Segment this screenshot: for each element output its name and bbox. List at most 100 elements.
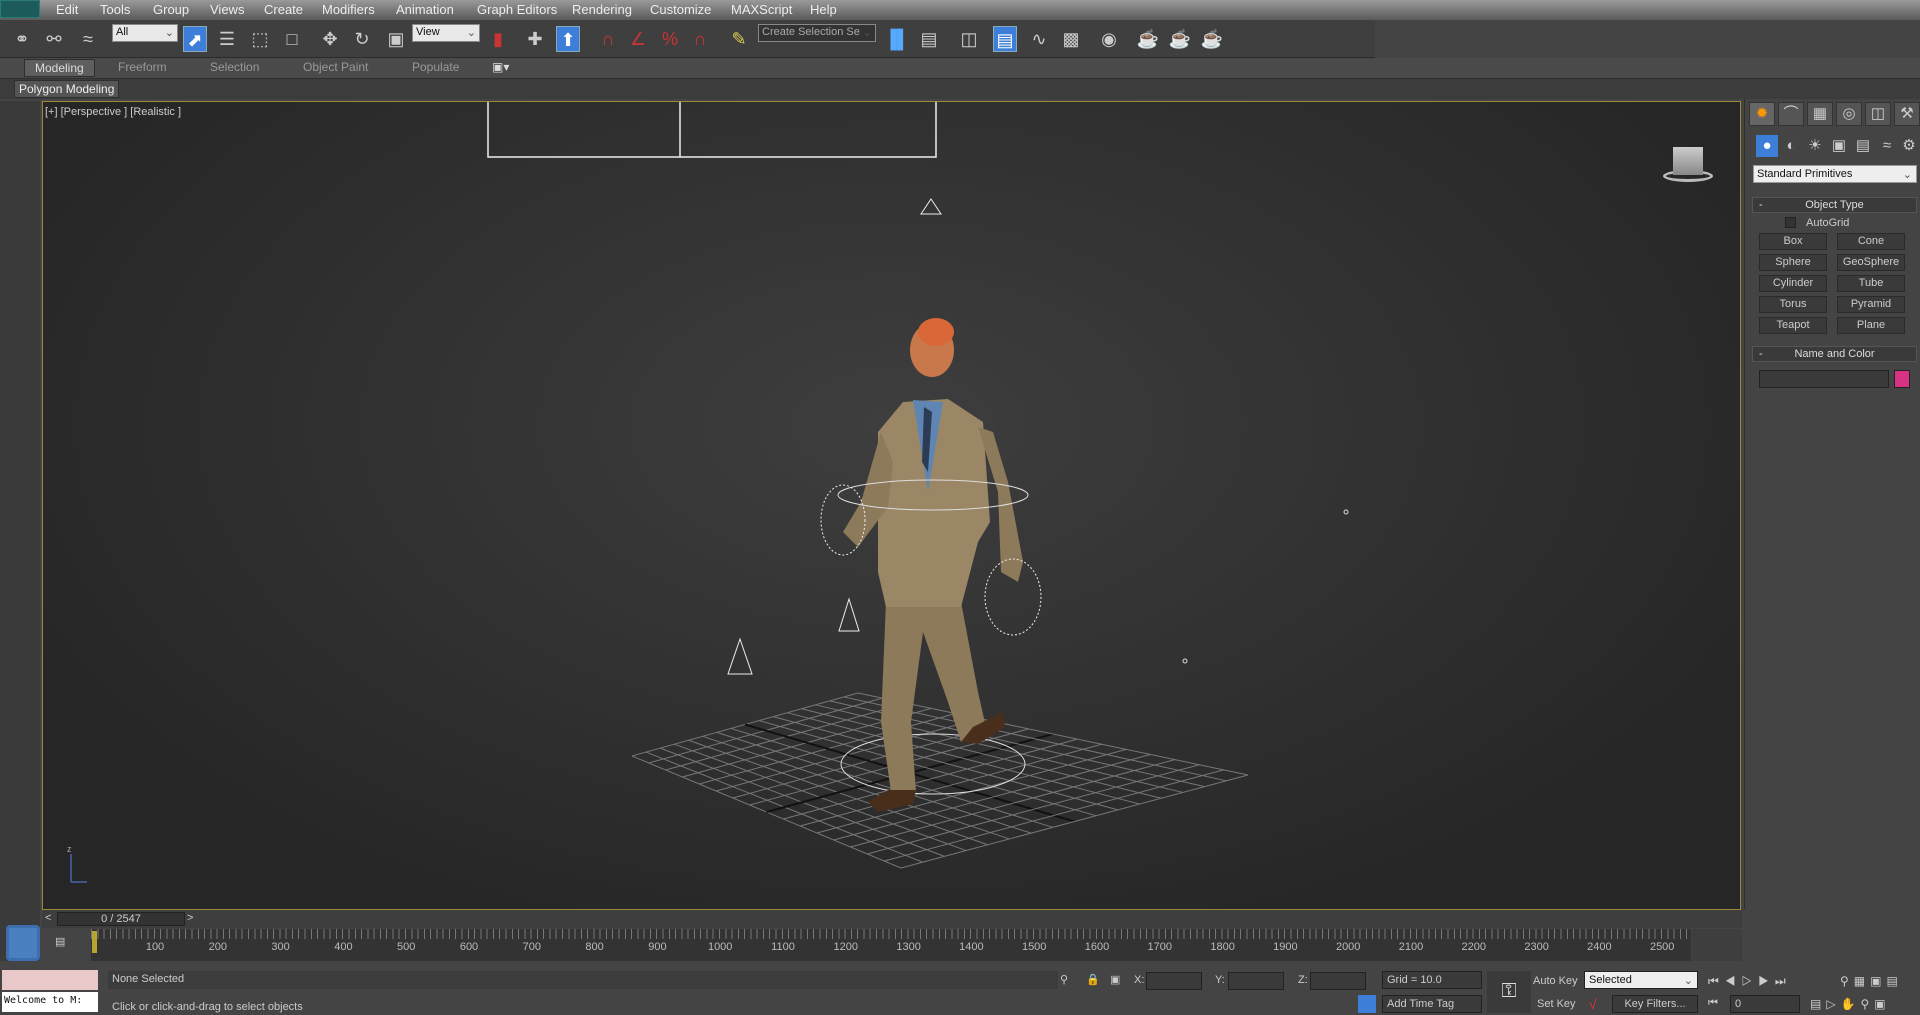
material-editor-icon[interactable]: ◉ bbox=[1097, 26, 1121, 52]
rectangular-selection-icon[interactable]: ⬚ bbox=[248, 26, 272, 52]
menu-graph-editors[interactable]: Graph Editors bbox=[477, 2, 557, 17]
motion-tab-icon[interactable]: ◎ bbox=[1836, 102, 1862, 126]
align-icon[interactable]: ▤ bbox=[917, 26, 941, 52]
primitive-plane-button[interactable]: Plane bbox=[1837, 317, 1905, 334]
primitive-pyramid-button[interactable]: Pyramid bbox=[1837, 296, 1905, 313]
primitive-cylinder-button[interactable]: Cylinder bbox=[1759, 275, 1827, 292]
key-tangent-icon[interactable]: √ bbox=[1589, 996, 1597, 1012]
keyboard-shortcut-override-icon[interactable]: ⬆ bbox=[556, 26, 580, 52]
modify-tab-icon[interactable]: ⌒ bbox=[1778, 102, 1804, 126]
move-icon[interactable]: ✥ bbox=[318, 26, 342, 52]
tab-object-paint[interactable]: Object Paint bbox=[303, 60, 368, 74]
open-mini-curve-editor-icon[interactable]: ▤ bbox=[55, 935, 65, 948]
current-frame-marker[interactable] bbox=[92, 931, 97, 953]
display-tab-icon[interactable]: ◫ bbox=[1865, 102, 1891, 126]
select-manipulate-icon[interactable]: ✚ bbox=[523, 26, 547, 52]
set-keys-key-icon[interactable]: ⚿ bbox=[1487, 971, 1531, 1013]
menu-edit[interactable]: Edit bbox=[56, 2, 78, 17]
menu-tools[interactable]: Tools bbox=[100, 2, 130, 17]
object-type-rollout[interactable]: - Object Type bbox=[1752, 197, 1917, 213]
helpers-icon[interactable]: ▤ bbox=[1852, 135, 1874, 157]
spinner-snap-icon[interactable]: ∩ bbox=[688, 26, 712, 52]
hierarchy-tab-icon[interactable]: ▦ bbox=[1807, 102, 1833, 126]
y-coordinate-input[interactable] bbox=[1228, 972, 1284, 990]
object-name-input[interactable] bbox=[1759, 370, 1889, 388]
rotate-icon[interactable]: ↻ bbox=[350, 26, 374, 52]
key-mode-dropdown[interactable]: Selected ⌄ bbox=[1584, 971, 1698, 989]
create-tab-icon[interactable]: ✹ bbox=[1749, 102, 1775, 126]
menu-maxscript[interactable]: MAXScript bbox=[731, 2, 792, 17]
snaps-toggle-icon[interactable]: ∩ bbox=[596, 26, 620, 52]
systems-icon[interactable]: ⚙ bbox=[1898, 135, 1920, 157]
menu-group[interactable]: Group bbox=[153, 2, 189, 17]
geometry-icon[interactable]: ● bbox=[1756, 135, 1778, 157]
app-logo[interactable] bbox=[0, 0, 40, 18]
polygon-modeling-panel[interactable]: Polygon Modeling bbox=[14, 80, 120, 98]
angle-snap-icon[interactable]: ∠ bbox=[626, 26, 650, 52]
key-mode-toggle-icon[interactable]: ⏮ bbox=[1708, 997, 1718, 1010]
time-config-icons[interactable]: ▤▷✋⚲▣ bbox=[1810, 997, 1891, 1011]
perspective-viewport[interactable]: z bbox=[42, 101, 1741, 910]
viewcube-icon[interactable] bbox=[1653, 142, 1723, 192]
set-key-button[interactable]: Set Key bbox=[1537, 998, 1576, 1010]
mirror-icon[interactable]: ▐▌ bbox=[884, 26, 910, 52]
render-setup-icon[interactable]: ☕ bbox=[1136, 26, 1160, 52]
primitive-cone-button[interactable]: Cone bbox=[1837, 233, 1905, 250]
render-production-icon[interactable]: ☕ bbox=[1200, 26, 1224, 52]
link-icon[interactable]: ⚭ bbox=[10, 26, 34, 52]
autogrid-checkbox[interactable] bbox=[1785, 217, 1796, 228]
menu-customize[interactable]: Customize bbox=[650, 2, 711, 17]
viewport-nav-icons[interactable]: ⚲▦▣▤ bbox=[1840, 974, 1903, 988]
primitive-sphere-button[interactable]: Sphere bbox=[1759, 254, 1827, 271]
named-selection-dropdown[interactable]: Create Selection Se ⌄ bbox=[758, 24, 876, 42]
absolute-mode-icon[interactable]: ▣ bbox=[1110, 973, 1120, 986]
shapes-icon[interactable]: ◐ bbox=[1780, 135, 1802, 157]
tab-modeling[interactable]: Modeling bbox=[24, 59, 95, 77]
curve-editor-icon[interactable]: ∿ bbox=[1027, 26, 1051, 52]
cameras-icon[interactable]: ▣ bbox=[1828, 135, 1850, 157]
select-by-name-icon[interactable]: ☰ bbox=[215, 26, 239, 52]
viewport-label[interactable]: [+] [Perspective ] [Realistic ] bbox=[45, 106, 181, 118]
unlink-icon[interactable]: ⚯ bbox=[42, 26, 66, 52]
primitive-box-button[interactable]: Box bbox=[1759, 233, 1827, 250]
tab-freeform[interactable]: Freeform bbox=[118, 60, 167, 74]
next-frame-button[interactable]: > bbox=[187, 912, 193, 924]
prev-frame-button[interactable]: < bbox=[45, 912, 51, 924]
scene-explorer-icon[interactable]: ◫ bbox=[957, 26, 981, 52]
tab-populate[interactable]: Populate bbox=[412, 60, 459, 74]
maxscript-listener-input[interactable]: Welcome to M: bbox=[2, 992, 98, 1012]
bind-space-warp-icon[interactable]: ≈ bbox=[76, 26, 100, 52]
schematic-view-icon[interactable]: ▩ bbox=[1059, 26, 1083, 52]
menu-views[interactable]: Views bbox=[210, 2, 244, 17]
layer-explorer-icon[interactable]: ▤ bbox=[993, 26, 1017, 52]
primitive-teapot-button[interactable]: Teapot bbox=[1759, 317, 1827, 334]
maxscript-listener-output[interactable] bbox=[2, 970, 98, 990]
menu-modifiers[interactable]: Modifiers bbox=[322, 2, 375, 17]
isolate-selection-icon[interactable]: ⚲ bbox=[1060, 973, 1068, 986]
key-filters-button[interactable]: Key Filters... bbox=[1612, 995, 1698, 1013]
category-dropdown[interactable]: Standard Primitives ⌄ bbox=[1753, 165, 1917, 183]
name-and-color-rollout[interactable]: - Name and Color bbox=[1752, 346, 1917, 362]
selection-filter-dropdown[interactable]: All ⌄ bbox=[112, 24, 178, 42]
z-coordinate-input[interactable] bbox=[1310, 972, 1366, 990]
menu-rendering[interactable]: Rendering bbox=[572, 2, 632, 17]
percent-snap-icon[interactable]: % bbox=[658, 26, 682, 52]
current-frame-input[interactable]: 0 bbox=[1730, 995, 1800, 1013]
tab-selection[interactable]: Selection bbox=[210, 60, 259, 74]
scale-icon[interactable]: ▣ bbox=[384, 26, 408, 52]
space-warps-icon[interactable]: ≈ bbox=[1876, 135, 1898, 157]
time-tag-icon[interactable] bbox=[1358, 995, 1376, 1013]
edit-named-selection-icon[interactable]: ✎ bbox=[727, 26, 751, 52]
playback-controls[interactable]: ⏮◀▷▶⏭ bbox=[1708, 974, 1792, 989]
object-color-swatch[interactable] bbox=[1894, 370, 1910, 388]
reference-coordinate-dropdown[interactable]: View ⌄ bbox=[412, 24, 480, 42]
lock-selection-icon[interactable]: 🔒 bbox=[1086, 973, 1100, 986]
track-bar[interactable]: 100 200 300 400 500 600 700 800 900 1000 1100 1200 1… bbox=[91, 929, 1691, 961]
rendered-frame-window-icon[interactable]: ☕ bbox=[1168, 26, 1192, 52]
lights-icon[interactable]: ☀ bbox=[1804, 135, 1826, 157]
menu-create[interactable]: Create bbox=[264, 2, 303, 17]
auto-key-button[interactable]: Auto Key bbox=[1533, 975, 1578, 987]
pivot-center-icon[interactable]: ▮ bbox=[486, 26, 510, 52]
utilities-tab-icon[interactable]: ⚒ bbox=[1894, 102, 1920, 126]
x-coordinate-input[interactable] bbox=[1146, 972, 1202, 990]
